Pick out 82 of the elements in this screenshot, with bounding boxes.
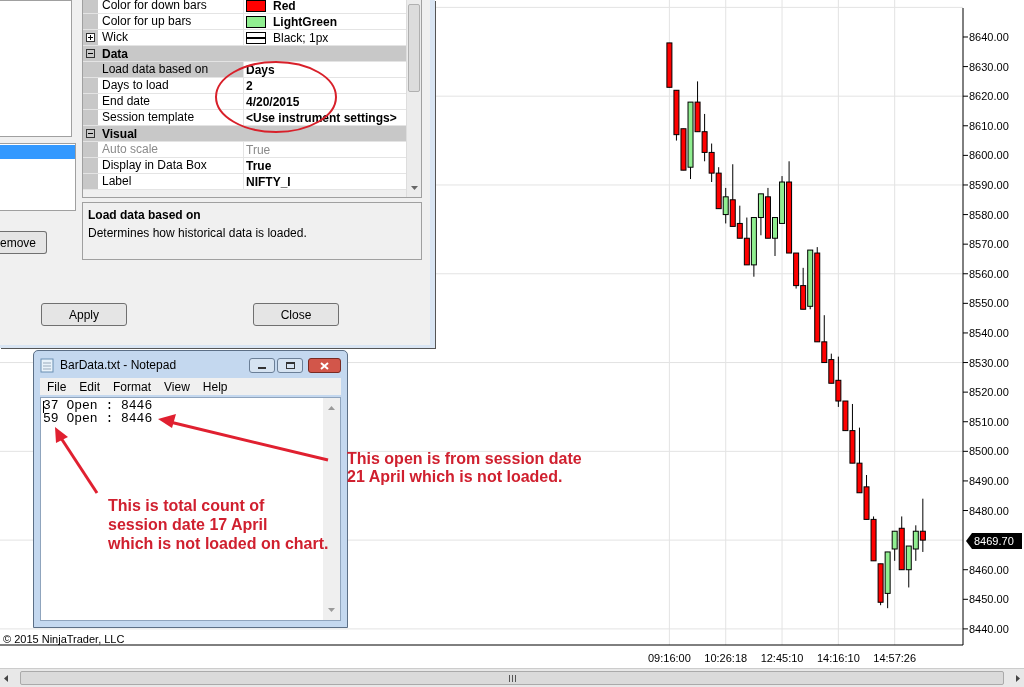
time-label: 12:45:10	[760, 652, 804, 664]
row-header-cell	[83, 78, 98, 93]
price-label: 8610.00	[969, 119, 1009, 132]
property-name[interactable]: Load data based on	[98, 62, 244, 77]
price-marker: 8469.70	[966, 533, 1022, 549]
property-name[interactable]: End date	[98, 94, 244, 109]
price-label: 8450.00	[969, 593, 1009, 606]
category-label: Visual	[101, 125, 138, 143]
menu-item[interactable]: Help	[202, 377, 228, 396]
row-header-cell	[83, 158, 98, 173]
property-value: 4/20/2015	[246, 93, 300, 111]
scrollbar[interactable]	[406, 0, 421, 197]
property-name[interactable]: Label	[98, 174, 244, 189]
property-value: True	[246, 157, 272, 175]
time-label: 09:16:00	[648, 652, 691, 664]
scroll-down-icon[interactable]	[410, 186, 418, 190]
menu-item[interactable]: Format	[113, 377, 152, 396]
property-value: 2	[246, 77, 253, 95]
text-line: 37 Open : 8446	[43, 399, 154, 412]
close-button[interactable]	[308, 358, 341, 373]
collapse-icon[interactable]	[86, 129, 95, 138]
row-header-cell	[83, 174, 98, 189]
price-label: 8460.00	[969, 563, 1009, 576]
property-name[interactable]: Days to load	[98, 78, 244, 93]
scroll-right-icon[interactable]	[1016, 674, 1020, 682]
scroll-thumb[interactable]	[408, 4, 420, 92]
property-name[interactable]: Wick	[98, 30, 244, 45]
price-label: 8580.00	[969, 208, 1009, 221]
description-text: Determines how historical data is loaded.	[88, 225, 308, 242]
notepad-icon	[40, 356, 54, 373]
price-label: 8480.00	[969, 504, 1009, 517]
price-label: 8560.00	[969, 267, 1009, 280]
property-value: Days	[246, 61, 275, 79]
horizontal-scrollbar[interactable]	[0, 668, 1024, 687]
price-label: 8570.00	[969, 238, 1009, 251]
dialog-button[interactable]: Apply	[41, 303, 127, 326]
description-title: Load data based on	[88, 207, 202, 224]
close-icon	[320, 361, 329, 370]
window-title: BarData.txt - Notepad	[60, 356, 177, 374]
dialog-button[interactable]: Close	[253, 303, 339, 326]
price-label: 8440.00	[969, 622, 1009, 635]
time-label: 14:16:10	[816, 652, 860, 664]
grip-icon	[508, 674, 516, 682]
arrow	[55, 427, 99, 494]
property-name[interactable]: Display in Data Box	[98, 158, 244, 173]
price-label: 8590.00	[969, 178, 1009, 191]
annotation-text: This is total count of session date 17 April which is not loaded on chart.	[108, 496, 329, 553]
price-label: 8520.00	[969, 386, 1009, 399]
time-label: 14:57:26	[873, 652, 917, 664]
menu-item[interactable]: File	[47, 377, 67, 396]
scroll-left-icon[interactable]	[4, 674, 8, 682]
row-header-cell	[83, 0, 98, 13]
price-label: 8500.00	[969, 445, 1009, 458]
price-label: 8550.00	[969, 297, 1009, 310]
property-value: Black; 1px	[273, 29, 329, 47]
property-name[interactable]: Color for down bars	[98, 0, 244, 13]
price-label: 8640.00	[969, 31, 1009, 43]
property-name[interactable]: Session template	[98, 110, 244, 125]
menu-item[interactable]: View	[164, 377, 190, 396]
scroll-thumb[interactable]	[20, 671, 1004, 685]
time-label: 10:26:18	[704, 652, 748, 664]
menu-item[interactable]: Edit	[79, 377, 101, 396]
copyright-text: © 2015 NinjaTrader, LLC	[3, 632, 125, 647]
minimize-button[interactable]	[249, 358, 275, 373]
maximize-button[interactable]	[277, 358, 303, 373]
property-value: NIFTY_I	[246, 173, 291, 191]
remove-button[interactable]: emove	[0, 231, 47, 254]
row-header-cell	[83, 94, 98, 109]
price-label: 8540.00	[969, 326, 1009, 339]
collapse-icon[interactable]	[86, 49, 95, 58]
price-label: 8620.00	[969, 90, 1009, 103]
price-label: 8510.00	[969, 415, 1009, 428]
property-value: True	[246, 141, 271, 159]
price-label: 8530.00	[969, 356, 1009, 369]
property-value: Red	[273, 0, 296, 15]
property-name[interactable]: Color for up bars	[98, 14, 244, 29]
property-value: LightGreen	[273, 13, 337, 31]
price-label: 8630.00	[969, 60, 1009, 73]
category-label: Data	[101, 45, 128, 63]
price-label: 8600.00	[969, 149, 1009, 162]
text-line: 59 Open : 8446	[43, 412, 154, 425]
price-label: 8490.00	[969, 474, 1009, 487]
